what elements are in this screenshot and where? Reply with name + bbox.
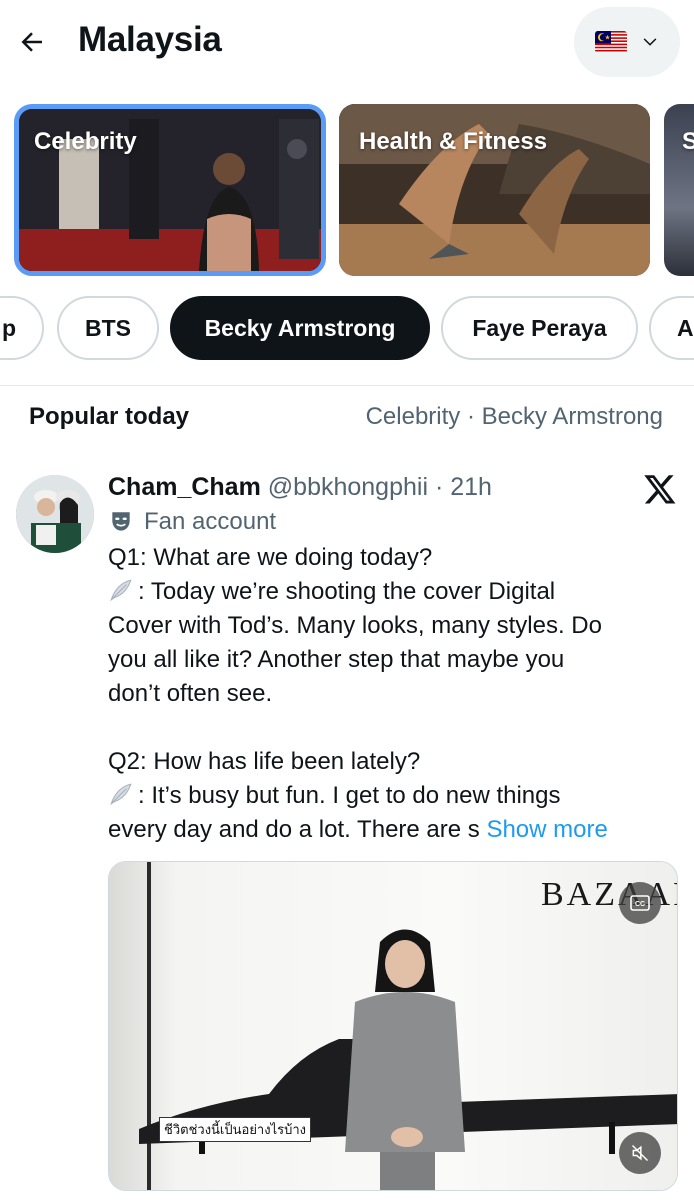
tweet-line: : Today we’re shooting the cover Digital [138,578,556,605]
account-label-text: Fan account [144,508,277,535]
video-subtitle: ชีวิตช่วงนี้เป็นอย่างไรบ้าง [159,1117,311,1142]
country-selector-button[interactable] [574,7,680,77]
tweet-line: : It’s busy but fun. I get to do new thi… [138,782,561,809]
x-logo-icon[interactable] [643,472,677,506]
tweet-line: don’t often see. [108,680,273,707]
meta-separator: · [434,473,444,501]
theater-mask-icon [112,512,130,531]
tweet-blank-line [108,711,678,745]
chevron-down-icon [643,38,657,46]
tweet-header: Cham_Cham @bbkhongphii · 21h [108,473,492,502]
tweet-line: Q1: What are we doing today? [108,544,433,571]
chip-next[interactable]: A [649,296,694,360]
category-label: S [682,128,694,155]
svg-text:CC: CC [635,901,645,908]
speaker-muted-icon [631,1144,649,1162]
tweet-line-with-icon: : It’s busy but fun. I get to do new thi… [108,779,678,813]
video-person [345,929,465,1190]
tweet-line-with-icon: : Today we’re shooting the cover Digital [108,575,678,609]
back-button[interactable] [14,24,50,60]
category-card-next[interactable]: S [664,104,694,276]
arrow-left-icon [21,32,42,52]
category-label: Health & Fitness [359,128,548,155]
show-more-link[interactable]: Show more [486,816,607,843]
malaysia-flag-icon [595,31,627,53]
category-card-health-fitness[interactable]: Health & Fitness [339,104,650,276]
avatar[interactable] [16,475,94,553]
category-card-celebrity[interactable]: Celebrity [14,104,326,276]
page-title: Malaysia [78,20,222,59]
chip-faye-peraya[interactable]: Faye Peraya [441,296,638,360]
wing-icon [110,783,132,806]
mute-button[interactable] [619,1132,661,1174]
section-title: Popular today [29,403,190,430]
tweet-line: every day and do a lot. There are s [108,816,480,843]
tweet-line: Cover with Tod’s. Many looks, many style… [108,612,602,639]
tweet-line: you all like it? Another step that maybe… [108,646,565,673]
video-media[interactable]: BAZAAR CC ชีวิตช่วงนี้เป็นอย่างไรบ้าง [108,861,678,1191]
account-label: Fan account [108,508,276,536]
chip-becky-armstrong[interactable]: Becky Armstrong [170,296,430,360]
chip-bts[interactable]: BTS [57,296,159,360]
captions-icon: CC [630,895,650,911]
tweet-line-last: every day and do a lot. There are s Show… [108,813,678,847]
user-handle[interactable]: @bbkhongphii [268,473,428,501]
tweet-text: Q1: What are we doing today? : Today we’… [108,541,678,847]
topic-chips: p BTS Becky Armstrong Faye Peraya A [0,296,694,362]
wing-icon [110,579,132,602]
captions-button[interactable]: CC [619,882,661,924]
tweet-time[interactable]: 21h [450,473,492,501]
chip-previous[interactable]: p [0,296,44,360]
category-label: Celebrity [34,128,137,155]
top-bar: Malaysia [0,0,694,90]
tweet-line: Q2: How has life been lately? [108,748,421,775]
display-name[interactable]: Cham_Cham [108,473,261,501]
section-context[interactable]: Celebrity · Becky Armstrong [366,403,663,431]
divider [0,385,694,386]
category-carousel: Celebrity Health & Fitness S [0,104,694,276]
